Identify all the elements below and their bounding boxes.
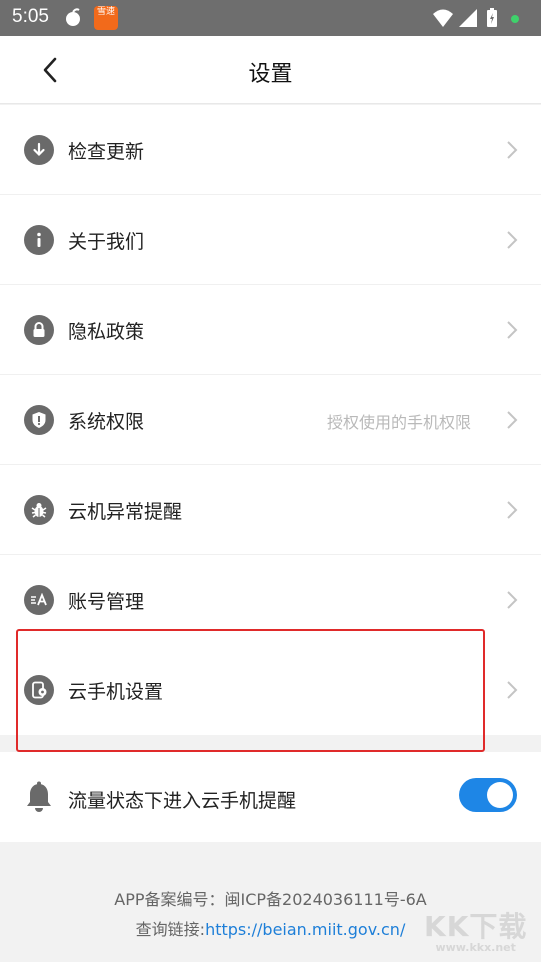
status-dot-icon [511,15,519,23]
battery-icon [487,8,497,27]
settings-row-label: 检查更新 [68,141,145,163]
chevron-right-icon [507,681,518,699]
settings-row-about-us[interactable]: 关于我们 [0,195,541,285]
settings-row-label: 流量状态下进入云手机提醒 [68,790,297,812]
account-icon [24,585,54,615]
status-time: 5:05 [12,6,49,27]
settings-row-hint: 授权使用的手机权限 [326,413,471,432]
shield-icon [24,405,54,435]
signal-icon [459,9,477,27]
bell-icon [27,781,51,812]
settings-row-privacy-policy[interactable]: 隐私政策 [0,285,541,375]
settings-row-label: 账号管理 [68,591,145,613]
bug-icon [24,495,54,525]
chevron-right-icon [507,141,518,159]
settings-row-cloud-phone-settings[interactable]: 云手机设置 [0,645,541,735]
beian-link[interactable]: https://beian.miit.gov.cn/ [205,920,405,939]
settings-row-label: 云机异常提醒 [68,501,183,523]
settings-row-cellular-reminder: 流量状态下进入云手机提醒 [0,752,541,842]
toggle-knob [487,782,513,808]
chevron-right-icon [507,321,518,339]
page-title: 设置 [248,62,293,87]
section-gap [0,735,541,749]
chevron-right-icon [507,411,518,429]
settings-row-label: 系统权限 [68,411,145,433]
download-arrow-icon [24,135,54,165]
settings-row-check-update[interactable]: 检查更新 [0,105,541,195]
app-notification-icon [66,8,80,26]
settings-row-system-permissions[interactable]: 系统权限 授权使用的手机权限 [0,375,541,465]
status-bar: 5:05 雪速 [0,0,541,36]
phone-settings-icon [24,675,54,705]
app-header: 设置 [0,36,541,104]
settings-row-label: 云手机设置 [68,681,164,703]
wifi-icon [433,9,453,27]
settings-row-label: 关于我们 [68,231,145,253]
chevron-right-icon [507,591,518,609]
chevron-right-icon [507,501,518,519]
watermark-logo: KK下载 www.kkx.net [424,910,528,954]
settings-row-label: 隐私政策 [68,321,145,343]
settings-row-cloud-anomaly-alert[interactable]: 云机异常提醒 [0,465,541,555]
info-icon [24,225,54,255]
cellular-reminder-toggle[interactable] [459,778,517,812]
lock-icon [24,315,54,345]
settings-row-account-management[interactable]: 账号管理 [0,555,541,645]
query-link-prefix: 查询链接: [135,920,206,939]
app-badge-icon: 雪速 [94,6,118,30]
chevron-right-icon [507,231,518,249]
